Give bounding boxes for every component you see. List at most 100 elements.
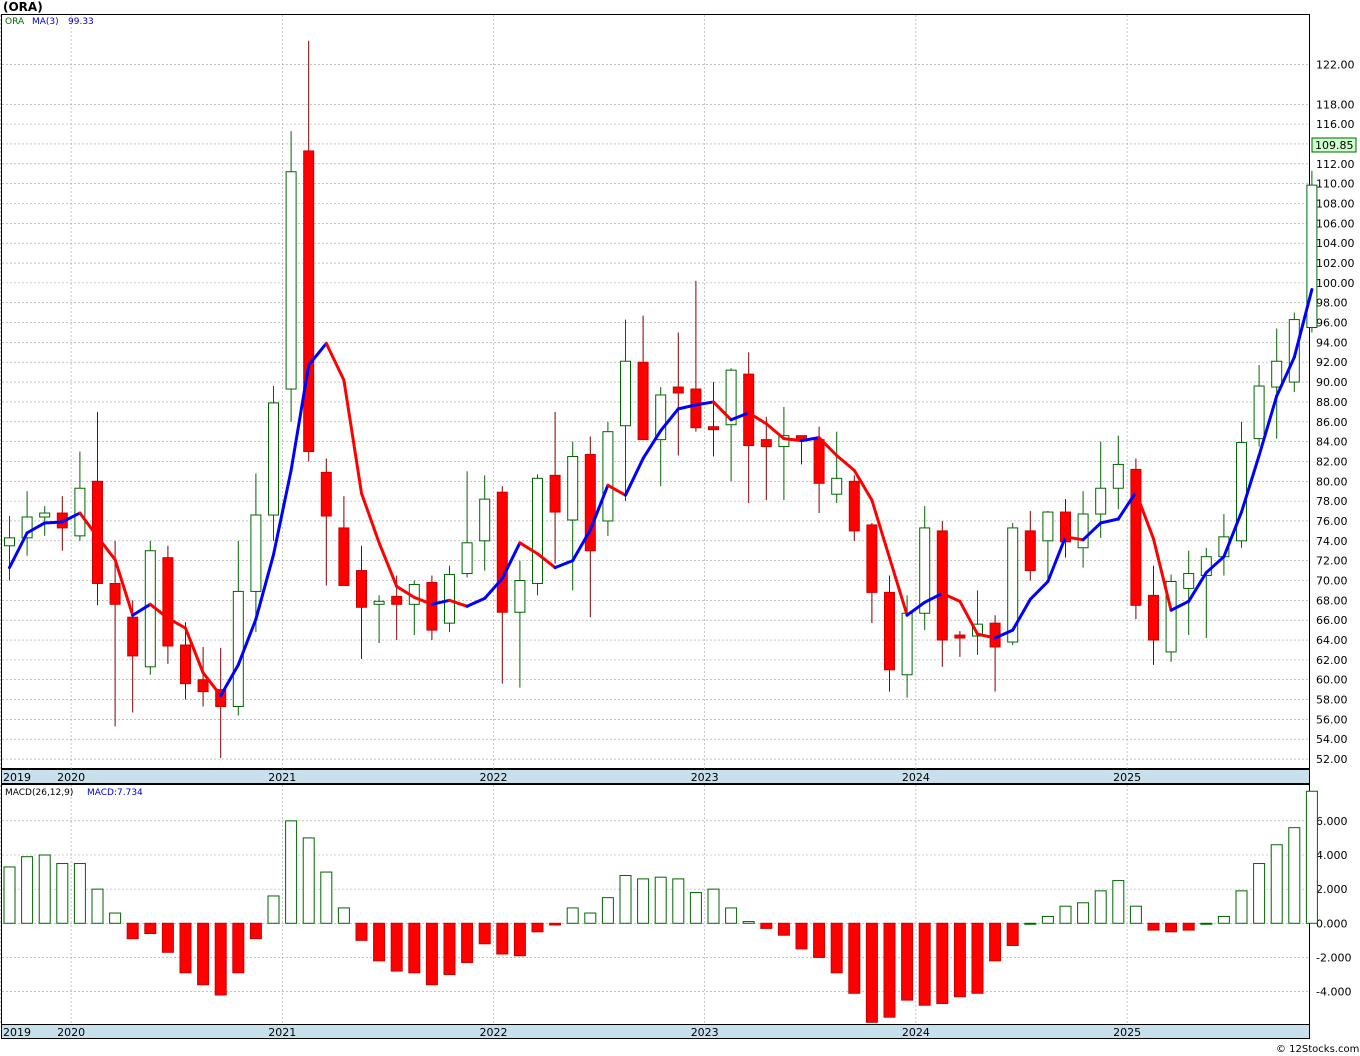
- macd-bar: [813, 922, 826, 958]
- macd-bar: [971, 922, 984, 994]
- macd-bar: [109, 912, 122, 924]
- candle-body: [426, 581, 438, 631]
- candle-body: [479, 498, 491, 542]
- candle-body: [708, 426, 719, 431]
- macd-bar: [461, 922, 474, 964]
- price-tick-label: 54.00: [1316, 733, 1348, 746]
- macd-bar: [1006, 922, 1019, 946]
- candle-body: [4, 537, 15, 547]
- macd-bar: [1147, 922, 1160, 931]
- price-tick-label: 76.00: [1316, 515, 1348, 528]
- price-tick-label: 84.00: [1316, 436, 1348, 449]
- price-tick-label: 104.00: [1316, 237, 1355, 250]
- macd-bar: [302, 837, 315, 924]
- macd-bar: [496, 922, 509, 955]
- macd-tick-label: 2.000: [1316, 883, 1348, 896]
- macd-bar: [320, 871, 333, 924]
- candle-body: [1077, 513, 1089, 549]
- macd-bar: [56, 863, 69, 924]
- macd-bar: [1235, 890, 1248, 924]
- macd-bar: [619, 874, 632, 924]
- candle-body: [1183, 573, 1195, 589]
- candle-body: [496, 491, 508, 613]
- candle-body: [884, 591, 895, 671]
- candle-body: [373, 600, 385, 605]
- watermark: © 12Stocks.com: [1276, 1044, 1359, 1055]
- macd-bar: [901, 922, 914, 1001]
- legend-ma-value: 99.33: [68, 17, 94, 27]
- price-tick-label: 68.00: [1316, 594, 1348, 607]
- macd-bar: [513, 922, 526, 957]
- macd-tick-label: 6.000: [1316, 815, 1348, 828]
- price-tick-label: 110.00: [1316, 178, 1355, 191]
- candle-body: [866, 524, 878, 593]
- macd-bar: [249, 922, 262, 940]
- macd-bar: [1112, 880, 1125, 924]
- legend-macd-label: MACD(26,12,9): [5, 788, 73, 798]
- macd-bar: [936, 922, 949, 1005]
- price-tick-label: 88.00: [1316, 396, 1348, 409]
- price-tick-label: 102.00: [1316, 257, 1355, 270]
- macd-bar: [373, 922, 386, 962]
- year-label-top: 2025: [1113, 771, 1141, 784]
- macd-bar: [760, 922, 773, 929]
- candle-body: [743, 373, 755, 447]
- candle-body: [567, 455, 579, 521]
- price-tick-label: 52.00: [1316, 753, 1348, 766]
- macd-bar: [1182, 922, 1195, 931]
- macd-tick-label: -4.000: [1316, 986, 1351, 999]
- price-tick-label: 70.00: [1316, 575, 1348, 588]
- price-tick-label: 86.00: [1316, 416, 1348, 429]
- price-tick-label: 56.00: [1316, 713, 1348, 726]
- candle-body: [690, 388, 702, 429]
- candle-body: [813, 439, 825, 484]
- candle-body: [356, 570, 367, 608]
- candle-body: [285, 171, 297, 390]
- macd-tick-label: 0.000: [1316, 917, 1348, 930]
- macd-bar: [531, 922, 544, 933]
- year-label-bottom: 2023: [691, 1026, 719, 1039]
- candle-body: [602, 431, 614, 522]
- macd-bar: [777, 922, 790, 936]
- macd-bar: [1059, 905, 1072, 924]
- macd-bar: [73, 863, 86, 924]
- candle-body: [1148, 594, 1159, 641]
- price-tick-label: 90.00: [1316, 376, 1348, 389]
- candle-body: [127, 616, 139, 657]
- price-tick-label: 98.00: [1316, 297, 1348, 310]
- chart-title: (ORA): [3, 0, 43, 14]
- candle-body: [831, 477, 843, 495]
- macd-bar: [1041, 915, 1054, 924]
- macd-bar: [865, 922, 878, 1023]
- stock-chart: (ORA) 52.00 54.00 56.00 58.00 60.00 62.00 64.0…: [0, 0, 1360, 1056]
- macd-bar: [267, 895, 280, 924]
- price-tick-label: 62.00: [1316, 654, 1348, 667]
- candle-body: [109, 582, 121, 605]
- candle-body: [232, 590, 244, 707]
- price-tick-label: 112.00: [1316, 158, 1355, 171]
- candle-body: [1042, 511, 1054, 542]
- macd-bar: [1077, 902, 1090, 924]
- candle-body: [1271, 360, 1283, 388]
- year-label-bottom: 2025: [1113, 1026, 1141, 1039]
- price-tick-label: 96.00: [1316, 317, 1348, 330]
- price-tick-label: 60.00: [1316, 674, 1348, 687]
- year-label-top: 2021: [268, 771, 296, 784]
- candle-body: [532, 477, 543, 584]
- year-label-top: 2020: [57, 771, 85, 784]
- macd-bar: [443, 922, 456, 975]
- price-tick-label: 72.00: [1316, 555, 1348, 568]
- macd-bar: [707, 888, 720, 924]
- year-label-bottom: 2019: [3, 1026, 31, 1039]
- macd-bar: [478, 922, 491, 945]
- macd-bar: [1200, 922, 1213, 925]
- macd-bar: [725, 907, 738, 924]
- macd-bar: [1165, 922, 1178, 933]
- macd-bar: [584, 912, 597, 924]
- macd-bar: [337, 907, 350, 924]
- macd-bar: [795, 922, 808, 950]
- price-tick-label: 78.00: [1316, 495, 1348, 508]
- candle-body: [1288, 319, 1300, 383]
- candle-body: [514, 580, 526, 613]
- macd-bar: [637, 878, 650, 924]
